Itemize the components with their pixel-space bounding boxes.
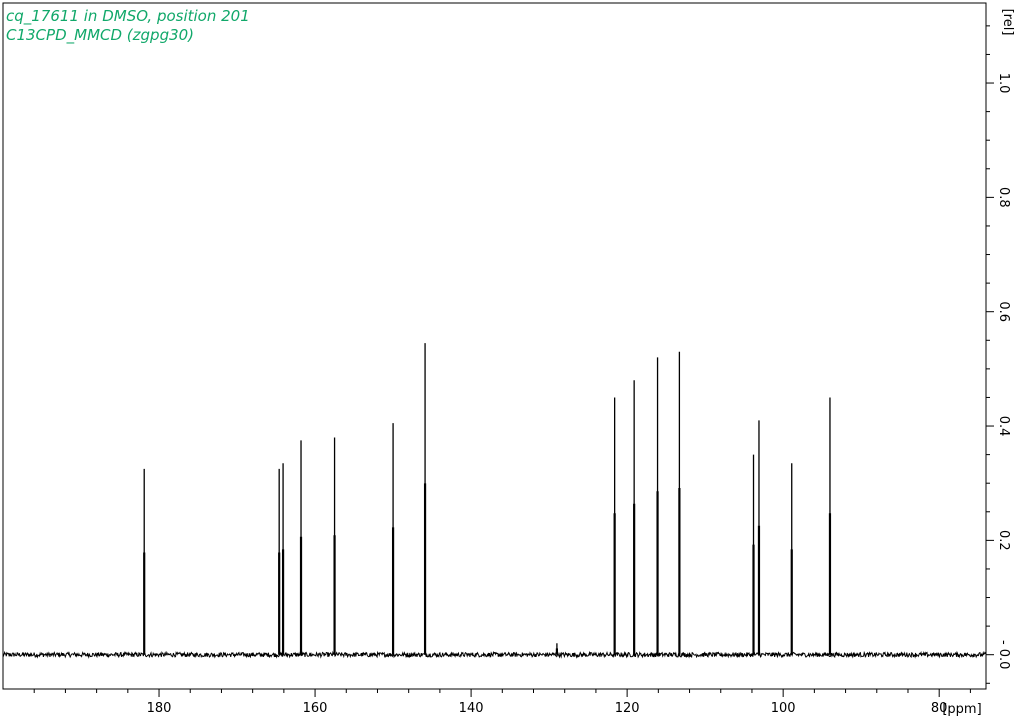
plot-frame (2, 2, 987, 690)
spectrum-series (2, 343, 987, 659)
x-tick-label: 120 (615, 701, 640, 716)
y-tick-label: 0.2 (996, 530, 1011, 551)
title-line-1: cq_17611 in DMSO, position 201 (6, 7, 250, 26)
title-line-2: C13CPD_MMCD (zgpg30) (6, 26, 194, 45)
x-tick-label: 180 (147, 701, 172, 716)
x-tick-label: 140 (459, 701, 484, 716)
y-tick-label: 0.4 (996, 416, 1011, 437)
x-axis-label: [ppm] (942, 702, 981, 717)
x-tick-label: 100 (771, 701, 796, 716)
spectrum-baseline (2, 650, 987, 659)
y-tick-label: 1.0 (996, 73, 1011, 94)
x-axis: 180 160 140 120 100 80 (33, 689, 971, 716)
y-tick-label: - 0.0 (996, 640, 1011, 670)
y-tick-label: 0.6 (996, 301, 1011, 322)
nmr-spectrum-chart: cq_17611 in DMSO, position 201 C13CPD_MM… (2, 2, 1015, 717)
y-axis-label: [rel] (1000, 9, 1015, 36)
x-tick-label: 160 (303, 701, 328, 716)
y-axis: - 0.0 0.2 0.4 0.6 0.8 1.0 (986, 25, 1011, 684)
chart-title: cq_17611 in DMSO, position 201 C13CPD_MM… (6, 7, 250, 45)
y-tick-label: 0.8 (996, 187, 1011, 208)
